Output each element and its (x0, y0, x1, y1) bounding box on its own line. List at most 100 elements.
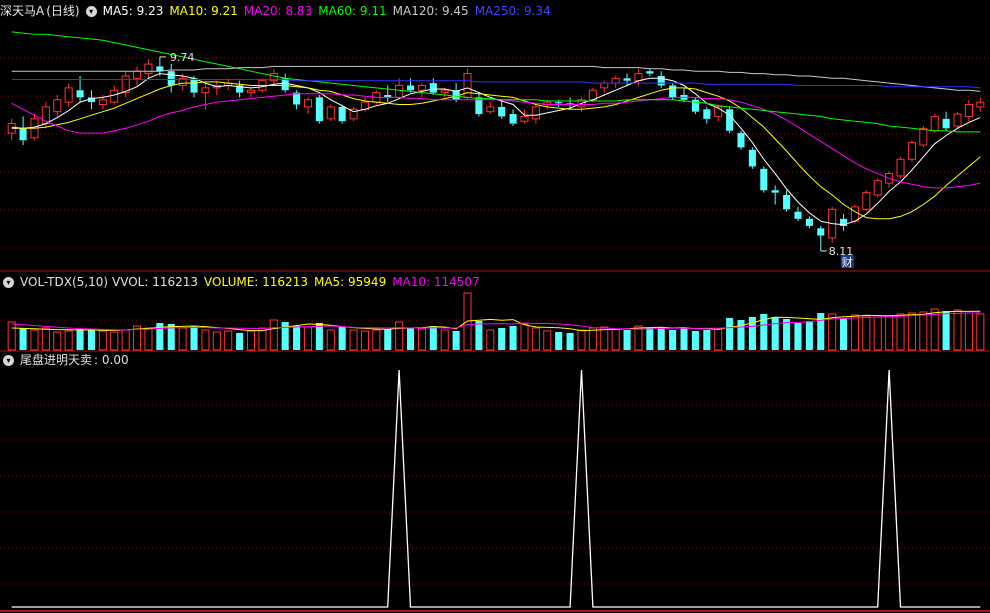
signal-polyline (11, 369, 981, 608)
volume-bars (7, 292, 985, 351)
volume-bar-up (178, 327, 187, 351)
volume-bar-down (315, 323, 323, 350)
candle-body-up (417, 84, 426, 91)
volume-bar-up (53, 331, 62, 351)
volume-bar-up (850, 314, 859, 351)
volume-bar-up (41, 327, 50, 351)
volume-bar-up (885, 315, 894, 351)
volume-header: ▾ VOL-TDX(5,10) VVOL: 116213 VOLUME: 116213… (0, 273, 486, 291)
volume-bar-up (862, 315, 871, 351)
candle-body-up (98, 99, 107, 106)
volume-bar-down (87, 330, 95, 350)
candle-body-up (133, 70, 142, 79)
candle-body-down (623, 78, 631, 81)
candle-body-down (338, 106, 346, 122)
volume-bar-up (360, 330, 369, 351)
volume-bar-up (976, 313, 985, 351)
volume-bar-up (611, 328, 620, 351)
candle-body-down (76, 90, 84, 98)
stock-name[interactable]: 深天马A (0, 4, 44, 18)
candle-body-down (407, 85, 415, 91)
candle-body-up (850, 206, 859, 222)
volume-bar-up (930, 308, 939, 351)
volume-chevron-icon[interactable]: ▾ (3, 277, 14, 288)
signal-line (11, 369, 981, 608)
candle-body-down (703, 109, 711, 119)
volume-bar-up (588, 327, 597, 351)
volume-bar-up (417, 328, 426, 351)
candle-body-down (805, 218, 813, 226)
volume-bar-down (680, 328, 688, 350)
candle-body-up (611, 77, 620, 84)
signal-chevron-icon[interactable]: ▾ (3, 355, 14, 366)
signal-header: ▾ 尾盘进明天卖: 0.00 (0, 351, 135, 369)
candle-body-down (429, 83, 437, 93)
volume-bar-up (64, 330, 73, 351)
volume-bar-down (293, 326, 301, 350)
candle-body-up (976, 101, 985, 108)
ma10-value: MA10: 9.21 (169, 4, 238, 18)
volume-bar-down (783, 319, 791, 350)
candle-body-up (930, 115, 939, 132)
candle-body-up (964, 104, 973, 117)
volume-bar-down (407, 328, 415, 350)
candle-body-down (498, 106, 506, 117)
candle-body-up (326, 106, 335, 120)
signal-name[interactable]: 尾盘进明天卖 (20, 353, 92, 367)
candle-body-up (907, 142, 916, 160)
candle-body-up (486, 106, 495, 113)
candle-body-up (395, 84, 404, 98)
candle-body-down (315, 97, 323, 122)
volume-bar-down (475, 321, 483, 350)
volume-bar-down (236, 333, 244, 350)
candle-body-down (783, 195, 791, 210)
candle-body-down (748, 149, 756, 167)
volume-bar-down (509, 326, 517, 350)
candle-body-up (110, 89, 119, 103)
vol-indicator-name[interactable]: VOL-TDX(5,10) (20, 275, 108, 289)
volume-bar-down (840, 318, 848, 350)
volume-bar-up (349, 329, 358, 351)
volume-bar-up (212, 331, 221, 351)
candle-body-up (896, 158, 905, 177)
volume-bar-up (577, 329, 586, 351)
volume-bar-down (691, 331, 699, 350)
candle-body-down (167, 71, 175, 86)
volume-bar-down (942, 311, 950, 350)
settings-chevron-icon[interactable]: ▾ (85, 6, 97, 17)
volume-bar-up (600, 326, 609, 351)
volume-bar-down (555, 332, 563, 350)
candle-body-up (440, 89, 449, 94)
candle-body-up (862, 192, 871, 210)
volume-bar-down (19, 328, 27, 350)
finance-badge-label[interactable]: 财 (842, 255, 853, 269)
volume-bar-up (964, 312, 973, 351)
candle-body-down (190, 78, 198, 93)
volume-bar-up (303, 326, 313, 351)
candle-body-down (760, 168, 768, 191)
vol-ma5-value: MA5: 95949 (313, 275, 387, 289)
volume-bar-down (805, 321, 813, 350)
stock-chart: 9.74 8.11 财 (0, 31, 990, 612)
volume-bar-up (395, 321, 404, 351)
ma250-value: MA250: 9.34 (474, 4, 551, 18)
candle-body-up (919, 127, 928, 146)
volume-bar-down (76, 329, 84, 350)
candle-body-down (942, 118, 950, 129)
period-label[interactable]: (日线) (46, 4, 79, 18)
candle-body-down (726, 109, 734, 131)
volume-bar-up (543, 330, 552, 351)
candle-body-up (201, 87, 210, 94)
volume-bar-up (224, 330, 233, 351)
volume-bar-up (714, 328, 723, 351)
candle-body-down (555, 102, 563, 104)
volume-bar-up (896, 313, 905, 351)
volume-bar-up (30, 329, 39, 351)
candle-body-up (64, 87, 73, 103)
candle-body-up (600, 82, 609, 89)
signal-value: : 0.00 (94, 353, 129, 367)
volume-bar-down (338, 327, 346, 350)
ma120-value: MA120: 9.45 (392, 4, 469, 18)
volume-bar-down (646, 328, 654, 350)
volume-bar-down (190, 326, 198, 350)
